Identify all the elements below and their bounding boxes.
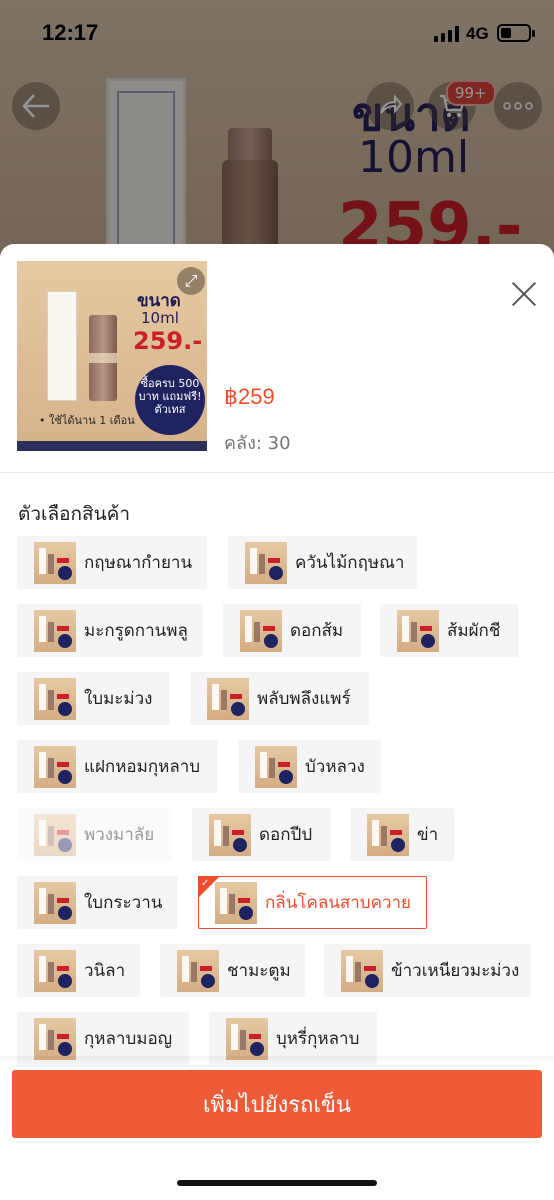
variant-label: ข้าวเหนียวมะม่วง (391, 961, 520, 981)
thumb-box-image (47, 291, 77, 401)
variant-option[interactable]: บัวหลวง (238, 740, 381, 793)
variant-label: ดอกปีป (259, 825, 313, 845)
thumb-promo: ซื้อครบ 500 บาท แถมฟรี! ตัวเทส (135, 365, 205, 435)
variant-thumbnail (34, 677, 76, 720)
variant-option[interactable]: กลิ่นโคลนสาบควาย ✓ (198, 876, 427, 929)
variant-label: วนิลา (84, 961, 126, 981)
home-indicator (177, 1180, 377, 1186)
variant-thumbnail (215, 881, 257, 924)
variant-label: บุหรี่กุหลาบ (276, 1029, 360, 1049)
variant-thumbnail (177, 949, 219, 992)
variant-thumbnail (255, 745, 297, 788)
product-thumbnail[interactable]: ขนาด 10ml 259.- ซื้อครบ 500 บาท แถมฟรี! … (17, 261, 207, 451)
variant-thumbnail (207, 677, 249, 720)
close-icon[interactable] (506, 276, 542, 312)
variants-title: ตัวเลือกสินค้า (18, 503, 131, 525)
variant-thumbnail (245, 541, 287, 584)
check-icon: ✓ (201, 878, 210, 889)
variant-thumbnail (240, 609, 282, 652)
variant-label: ใบกระวาน (84, 893, 163, 913)
variant-label: กฤษณากำยาน (84, 553, 193, 573)
product-price: ฿259 (224, 384, 275, 409)
variant-label: ส้มผักชี (447, 621, 501, 641)
product-stock: คลัง: 30 (224, 433, 291, 454)
variant-option[interactable]: พลับพลึงแพร์ (190, 672, 369, 725)
variant-option[interactable]: ชามะตูม (160, 944, 305, 997)
variant-thumbnail (34, 813, 76, 856)
variant-option[interactable]: ดอกส้ม (223, 604, 361, 657)
expand-icon[interactable]: ⤢ (177, 267, 205, 295)
variant-option[interactable]: ส้มผักชี (380, 604, 518, 657)
variant-label: แฝกหอมกุหลาบ (84, 757, 201, 777)
variant-thumbnail (34, 745, 76, 788)
variant-option[interactable]: ควันไม้กฤษณา (228, 536, 417, 589)
variant-label: พลับพลึงแพร์ (257, 689, 351, 709)
divider (0, 472, 554, 473)
variant-label: บัวหลวง (305, 757, 365, 777)
variant-label: มะกรูดกานพลู (84, 621, 188, 641)
variant-label: กลิ่นโคลนสาบควาย (265, 893, 412, 913)
footer-shadow (0, 1056, 554, 1066)
variant-option[interactable]: กฤษณากำยาน (17, 536, 207, 589)
variant-label: ใบมะม่วง (84, 689, 153, 709)
variant-label: พวงมาลัย (84, 825, 155, 845)
thumb-bottle-band (89, 353, 117, 363)
variant-thumbnail (34, 881, 76, 924)
variant-thumbnail (341, 949, 383, 992)
variant-thumbnail (34, 949, 76, 992)
variant-label: ดอกส้ม (290, 621, 344, 641)
add-to-cart-button[interactable]: เพิ่มไปยังรถเข็น (12, 1070, 542, 1138)
variant-label: กุหลาบมอญ (84, 1029, 173, 1049)
variant-label: ควันไม้กฤษณา (295, 553, 405, 573)
variant-label: ข่า (417, 825, 439, 845)
variant-thumbnail (34, 541, 76, 584)
variant-thumbnail (209, 813, 251, 856)
variant-option[interactable]: ใบกระวาน (17, 876, 178, 929)
variant-thumbnail (34, 1017, 76, 1060)
variant-thumbnail (367, 813, 409, 856)
variant-thumbnail (34, 609, 76, 652)
variant-option[interactable]: มะกรูดกานพลู (17, 604, 203, 657)
variant-option[interactable]: แฝกหอมกุหลาบ (17, 740, 218, 793)
variant-option[interactable]: ข่า (350, 808, 454, 861)
thumb-footer-bar (17, 441, 207, 451)
variant-option[interactable]: วนิลา (17, 944, 140, 997)
variant-thumbnail (226, 1017, 268, 1060)
variant-option[interactable]: ดอกปีป (192, 808, 331, 861)
thumb-note: • ใช้ได้นาน 1 เดือน (39, 414, 135, 427)
variant-thumbnail (397, 609, 439, 652)
variant-option[interactable]: ใบมะม่วง (17, 672, 170, 725)
thumb-price: 259.- (133, 327, 203, 355)
thumb-volume: 10ml (141, 309, 179, 327)
variant-option: พวงมาลัย (17, 808, 172, 861)
variant-option[interactable]: ข้าวเหนียวมะม่วง (324, 944, 531, 997)
variant-label: ชามะตูม (227, 961, 291, 981)
